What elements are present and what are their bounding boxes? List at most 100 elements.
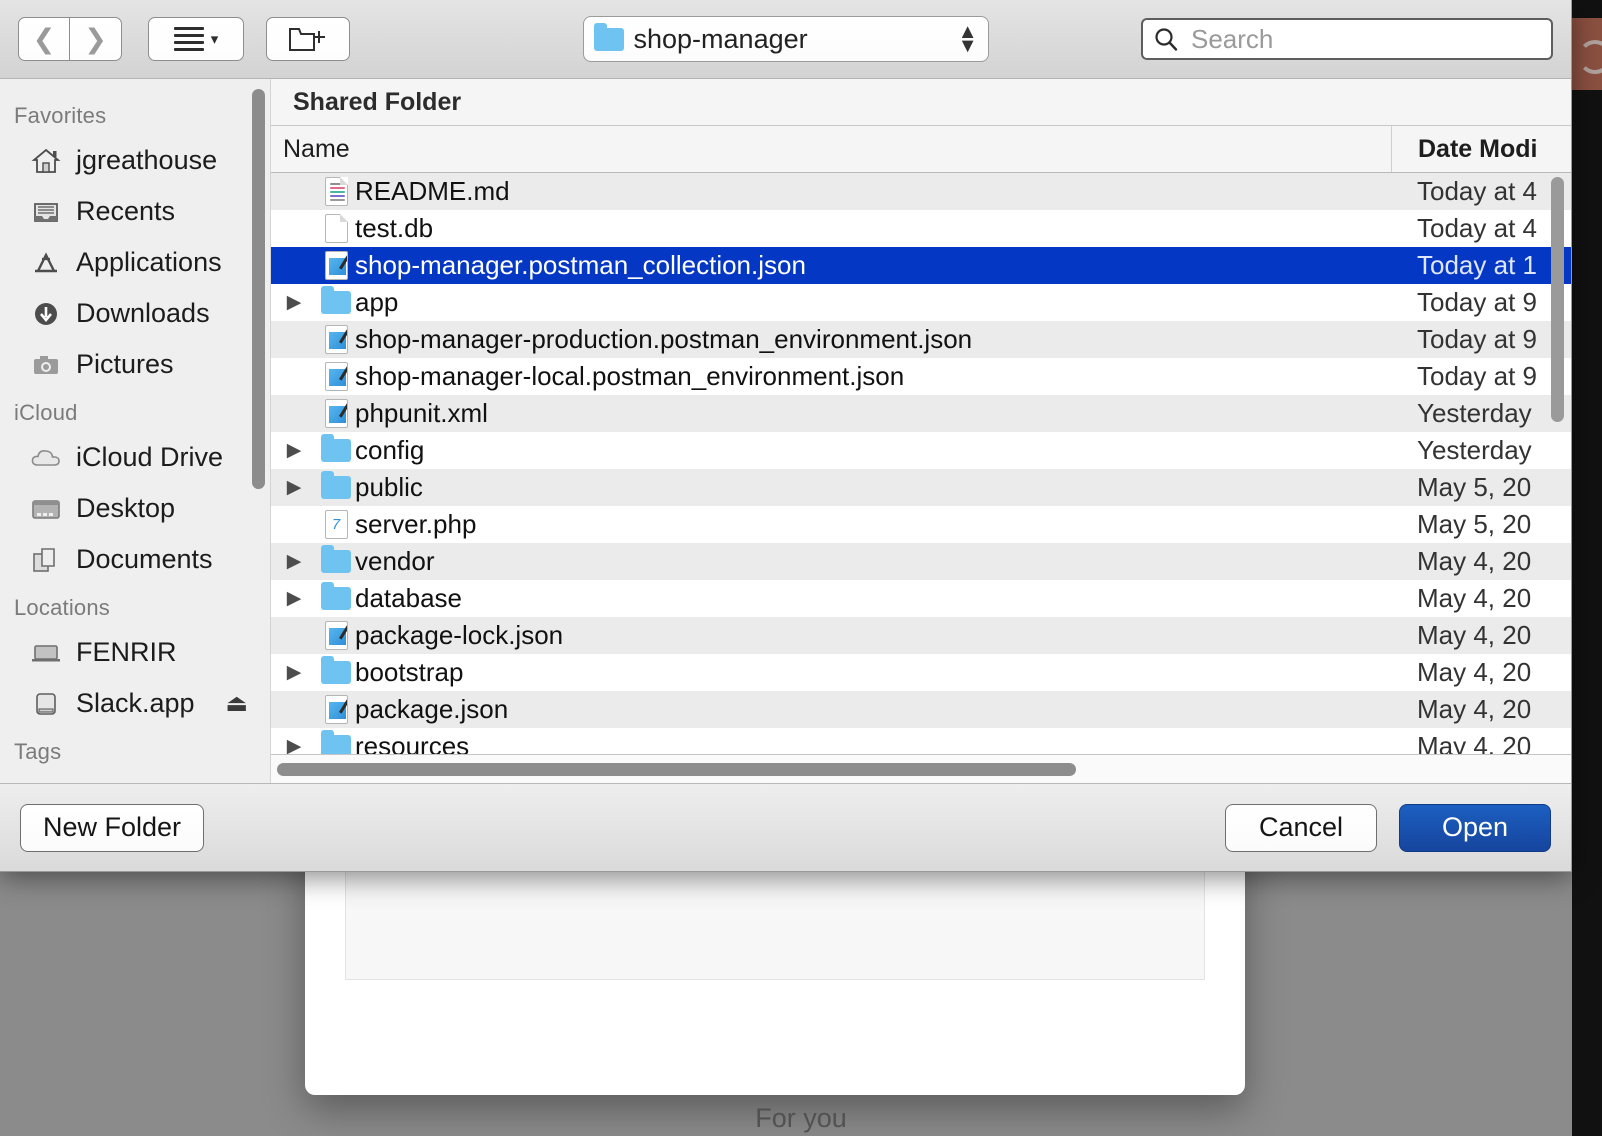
json-document-icon [324, 399, 348, 428]
table-row[interactable]: ▶ app Today at 9 [271, 284, 1571, 321]
home-icon [28, 145, 64, 177]
file-name: public [355, 472, 423, 502]
table-row[interactable]: shop-manager-production.postman_environm… [271, 321, 1571, 358]
pane-title: Shared Folder [271, 79, 1571, 126]
sidebar-item-label: Applications [76, 247, 222, 277]
json-document-icon [324, 362, 348, 391]
folder-icon [321, 434, 351, 462]
php-document-icon: 7 [324, 510, 348, 539]
file-name: server.php [355, 509, 477, 539]
sidebar-item-applications[interactable]: Applications [0, 237, 270, 288]
search-field[interactable]: Search [1141, 18, 1553, 60]
open-button[interactable]: Open [1399, 803, 1551, 852]
disclosure-triangle-icon[interactable]: ▶ [271, 550, 317, 573]
column-header-name[interactable]: Name [271, 135, 1391, 164]
table-row[interactable]: README.md Today at 4 [271, 173, 1571, 210]
sidebar-item-jgreathouse[interactable]: jgreathouse [0, 135, 270, 186]
folder-icon [321, 656, 351, 684]
disclosure-triangle-icon[interactable]: ▶ [271, 291, 317, 314]
file-date-modified: May 4, 20 [1417, 731, 1532, 754]
chevron-right-icon: ❯ [84, 23, 107, 54]
file-name: bootstrap [355, 657, 464, 687]
file-date-modified: Today at 9 [1417, 324, 1537, 354]
sidebar-item-slack-app[interactable]: Slack.app ⏏ [0, 678, 270, 729]
sidebar-item-downloads[interactable]: Downloads [0, 288, 270, 339]
list-view-icon [173, 27, 204, 51]
file-date-modified: May 5, 20 [1417, 472, 1532, 502]
table-row[interactable]: ▶ bootstrap May 4, 20 [271, 654, 1571, 691]
applications-icon [28, 247, 64, 279]
folder-icon [321, 286, 351, 314]
sidebar-scrollbar[interactable] [252, 89, 265, 489]
table-row[interactable]: 7 server.php May 5, 20 [271, 506, 1571, 543]
json-document-icon [324, 251, 348, 280]
file-date-modified: May 4, 20 [1417, 657, 1532, 687]
column-header-date-modified[interactable]: Date Modi [1391, 126, 1571, 172]
sidebar-item-documents[interactable]: Documents [0, 534, 270, 585]
sidebar-item-desktop[interactable]: Desktop [0, 483, 270, 534]
table-row[interactable]: test.db Today at 4 [271, 210, 1571, 247]
table-row[interactable]: ▶ config Yesterday [271, 432, 1571, 469]
sidebar-item-pictures[interactable]: Pictures [0, 339, 270, 390]
json-document-icon [324, 695, 348, 724]
sidebar-item-recents[interactable]: Recents [0, 186, 270, 237]
eject-icon[interactable]: ⏏ [225, 689, 248, 718]
table-row[interactable]: phpunit.xml Yesterday [271, 395, 1571, 432]
disclosure-triangle-icon[interactable]: ▶ [271, 439, 317, 462]
file-name: vendor [355, 546, 435, 576]
table-row[interactable]: ▶ public May 5, 20 [271, 469, 1571, 506]
new-folder-button[interactable]: New Folder [20, 803, 205, 852]
folder-icon [321, 545, 351, 573]
file-date-modified: May 4, 20 [1417, 694, 1532, 724]
horizontal-scrollbar-track[interactable] [271, 754, 1571, 783]
file-name: README.md [355, 176, 510, 206]
file-name: package-lock.json [355, 620, 564, 650]
file-name: phpunit.xml [355, 398, 488, 428]
sidebar-item-label: Pictures [76, 349, 174, 379]
table-row[interactable]: package-lock.json May 4, 20 [271, 617, 1571, 654]
sidebar-item-label: Recents [76, 196, 176, 226]
sidebar-item-icloud-drive[interactable]: iCloud Drive [0, 432, 270, 483]
folder-icon [321, 582, 351, 610]
navigation-button-group: ❮ ❯ [18, 17, 122, 61]
json-document-icon [324, 325, 348, 354]
disk-icon [28, 688, 64, 720]
documents-icon [28, 544, 64, 576]
file-name: config [355, 435, 425, 465]
pictures-icon [28, 349, 64, 381]
sidebar-section-icloud-title: iCloud [14, 400, 78, 425]
table-row[interactable]: ▶ resources May 4, 20 [271, 728, 1571, 754]
disclosure-triangle-icon[interactable]: ▶ [271, 661, 317, 684]
background-right-strip [1572, 0, 1602, 1136]
disclosure-triangle-icon[interactable]: ▶ [271, 735, 317, 754]
table-row[interactable]: shop-manager-local.postman_environment.j… [271, 358, 1571, 395]
file-name: shop-manager.postman_collection.json [355, 250, 806, 280]
view-options-button[interactable]: ▾ [148, 17, 244, 61]
file-list-scrollbar[interactable] [1551, 177, 1564, 422]
file-date-modified: May 5, 20 [1417, 509, 1532, 539]
forward-button[interactable]: ❯ [70, 17, 122, 61]
table-row[interactable]: ▶ database May 4, 20 [271, 580, 1571, 617]
sidebar-item-label: iCloud Drive [76, 442, 224, 472]
laptop-icon [28, 637, 64, 669]
disclosure-triangle-icon[interactable]: ▶ [271, 476, 317, 499]
disclosure-triangle-icon[interactable]: ▶ [271, 587, 317, 610]
search-icon [1155, 28, 1178, 51]
sidebar-section-locations-title: Locations [14, 595, 110, 620]
file-date-modified: May 4, 20 [1417, 620, 1532, 650]
folder-icon [593, 22, 624, 51]
sidebar-item-label: Slack.app [76, 688, 195, 718]
table-row[interactable]: ▶ vendor May 4, 20 [271, 543, 1571, 580]
chevron-left-icon: ❮ [32, 23, 56, 54]
path-popup-button[interactable]: shop-manager ▲ ▼ [582, 16, 989, 62]
table-row[interactable]: package.json May 4, 20 [271, 691, 1571, 728]
back-button[interactable]: ❮ [18, 17, 70, 61]
horizontal-scrollbar-thumb[interactable] [277, 762, 1076, 776]
file-name: package.json [355, 694, 509, 724]
table-row[interactable]: shop-manager.postman_collection.json Toda… [271, 247, 1571, 284]
file-date-modified: May 4, 20 [1417, 546, 1532, 576]
new-folder-toolbar-button[interactable] [266, 17, 350, 61]
markdown-document-icon [324, 177, 348, 206]
sidebar-item-fenrir[interactable]: FENRIR [0, 627, 270, 678]
cancel-button[interactable]: Cancel [1225, 803, 1377, 852]
